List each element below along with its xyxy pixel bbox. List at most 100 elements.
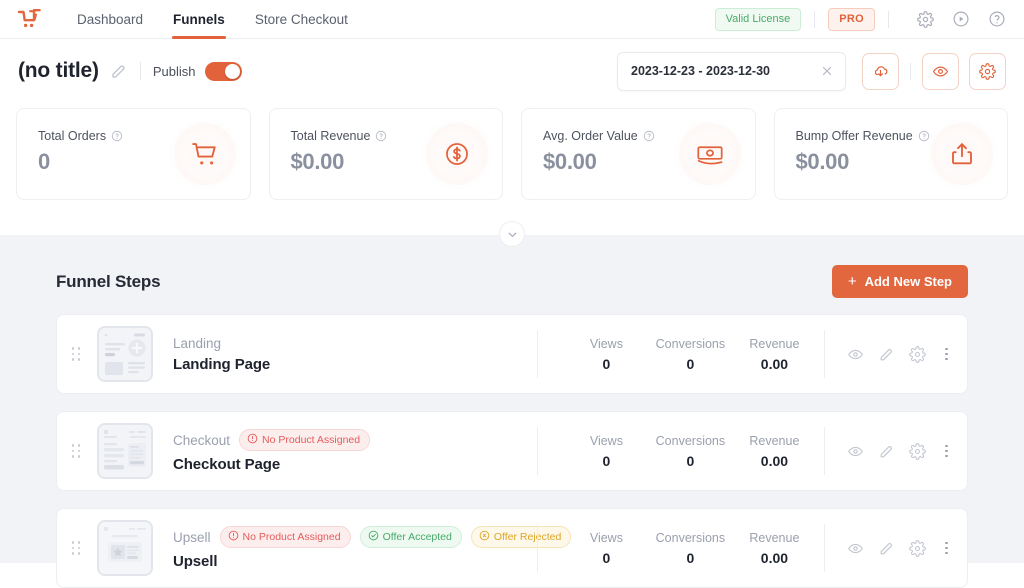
upsell-thumbnail [97, 520, 153, 576]
step-metrics: Views 0 Conversions 0 Revenue 0.00 [537, 427, 824, 475]
step-kind-label: Landing [173, 335, 222, 351]
publish-toggle[interactable] [205, 61, 243, 81]
help-circle-icon[interactable] [375, 130, 387, 142]
check-circle-icon [368, 530, 379, 544]
nav-item-dashboard[interactable]: Dashboard [62, 0, 158, 39]
nav-item-funnels[interactable]: Funnels [158, 0, 240, 39]
status-badge-label: No Product Assigned [262, 434, 361, 446]
stats-cards-row: Total Orders 0 Total Revenue $0.00 Avg. … [0, 108, 1024, 200]
funnel-steps-section: Funnel Steps + Add New Step Landing Land… [0, 249, 1024, 588]
table-row[interactable]: Checkout No Product Assigned Checkout Pa… [56, 411, 968, 491]
add-new-step-label: Add New Step [864, 274, 952, 289]
step-kind-label: Upsell [173, 529, 211, 545]
more-options-icon[interactable] [940, 444, 953, 458]
drag-handle-icon[interactable] [69, 347, 83, 361]
metric-conversions: Conversions 0 [648, 434, 732, 469]
funnel-title-bar: (no title) Publish 2023-12-23 - 2023-12-… [0, 39, 1024, 103]
drag-handle-icon[interactable] [69, 541, 83, 555]
metric-revenue: Revenue 0.00 [732, 337, 816, 372]
top-navigation-bar: Dashboard Funnels Store Checkout Valid L… [0, 0, 1024, 39]
preview-step-icon[interactable] [847, 443, 864, 460]
chevron-down-icon[interactable] [499, 221, 525, 247]
alert-circle-icon [247, 433, 258, 447]
more-options-icon[interactable] [940, 541, 953, 555]
license-status-badge[interactable]: Valid License [714, 7, 802, 31]
stat-card-total-revenue: Total Revenue $0.00 [268, 108, 503, 200]
shopping-cart-icon [165, 115, 244, 193]
metric-revenue-label: Revenue [749, 433, 800, 448]
funnel-steps-title: Funnel Steps [56, 271, 161, 291]
cartflows-logo-icon[interactable] [14, 6, 44, 32]
table-row[interactable]: Upsell No Product Assigned Offer Accepte… [56, 508, 968, 588]
status-badge: No Product Assigned [239, 429, 371, 451]
pro-badge[interactable]: PRO [828, 7, 875, 31]
step-metrics: Views 0 Conversions 0 Revenue 0.00 [537, 330, 824, 378]
metric-conversions-label: Conversions [655, 336, 726, 351]
metric-conversions: Conversions 0 [648, 531, 732, 566]
metric-views-value: 0 [602, 549, 611, 566]
date-range-picker[interactable]: 2023-12-23 - 2023-12-30 [617, 51, 846, 91]
status-badge: Offer Accepted [359, 526, 462, 548]
step-name-label: Upsell [173, 553, 218, 570]
metric-views-label: Views [589, 433, 623, 448]
preview-button[interactable] [922, 52, 959, 90]
metric-revenue-value: 0.00 [760, 549, 789, 566]
step-text-block: Landing Landing Page [173, 336, 537, 373]
edit-pencil-icon[interactable] [110, 62, 128, 80]
edit-step-icon[interactable] [878, 443, 895, 460]
page-title: (no title) [18, 59, 99, 82]
step-name-label: Landing Page [173, 355, 271, 373]
metric-revenue-value: 0.00 [760, 355, 789, 372]
preview-step-icon[interactable] [847, 346, 864, 363]
settings-button[interactable] [969, 52, 1006, 90]
collapse-handle-area [0, 221, 1024, 249]
help-circle-icon[interactable] [643, 130, 655, 142]
step-settings-icon[interactable] [909, 539, 927, 557]
more-options-icon[interactable] [940, 347, 953, 361]
edit-step-icon[interactable] [878, 540, 895, 557]
metric-conversions-value: 0 [686, 452, 695, 469]
stat-card-bump-offer-revenue: Bump Offer Revenue $0.00 [773, 108, 1008, 200]
metric-conversions-label: Conversions [655, 530, 726, 545]
metric-views-label: Views [589, 336, 623, 351]
metric-revenue-value: 0.00 [760, 452, 789, 469]
add-new-step-button[interactable]: + Add New Step [831, 265, 968, 298]
edit-step-icon[interactable] [878, 346, 895, 363]
play-circle-icon[interactable] [948, 6, 974, 32]
close-x-icon[interactable] [820, 64, 834, 78]
x-circle-icon [479, 530, 490, 544]
bump-offer-revenue-label: Bump Offer Revenue [795, 129, 913, 143]
help-circle-icon[interactable] [984, 6, 1010, 32]
row-actions [824, 427, 953, 475]
help-circle-icon[interactable] [111, 130, 123, 142]
nav-divider-2 [888, 10, 889, 28]
metric-conversions-value: 0 [686, 355, 695, 372]
step-settings-icon[interactable] [909, 345, 927, 363]
drag-handle-icon[interactable] [69, 444, 83, 458]
metric-views: Views 0 [564, 337, 648, 372]
metric-views: Views 0 [564, 434, 648, 469]
step-text-block: Upsell No Product Assigned Offer Accepte… [173, 526, 572, 570]
banknote-icon [670, 115, 749, 193]
row-actions [824, 330, 953, 378]
gear-icon[interactable] [912, 6, 938, 32]
plus-icon: + [847, 273, 857, 290]
metric-revenue: Revenue 0.00 [732, 434, 816, 469]
step-kind-row: Checkout No Product Assigned [173, 429, 537, 451]
step-kind-label: Checkout [173, 432, 231, 448]
step-settings-icon[interactable] [909, 442, 927, 460]
import-export-button[interactable] [862, 52, 899, 90]
metric-revenue-label: Revenue [749, 336, 800, 351]
status-badge-label: Offer Accepted [382, 531, 452, 543]
landing-thumbnail [97, 326, 153, 382]
titlebar-actions: 2023-12-23 - 2023-12-30 [617, 51, 1006, 91]
nav-item-store-checkout[interactable]: Store Checkout [240, 0, 363, 39]
funnel-steps-list: Landing Landing Page Views 0 Conversions… [0, 298, 1024, 588]
titlebar-divider [910, 62, 911, 80]
checkout-thumbnail [97, 423, 153, 479]
preview-step-icon[interactable] [847, 540, 864, 557]
share-upload-icon [923, 115, 1001, 193]
metric-revenue-label: Revenue [749, 530, 800, 545]
date-range-value: 2023-12-23 - 2023-12-30 [631, 64, 770, 78]
table-row[interactable]: Landing Landing Page Views 0 Conversions… [56, 314, 968, 394]
